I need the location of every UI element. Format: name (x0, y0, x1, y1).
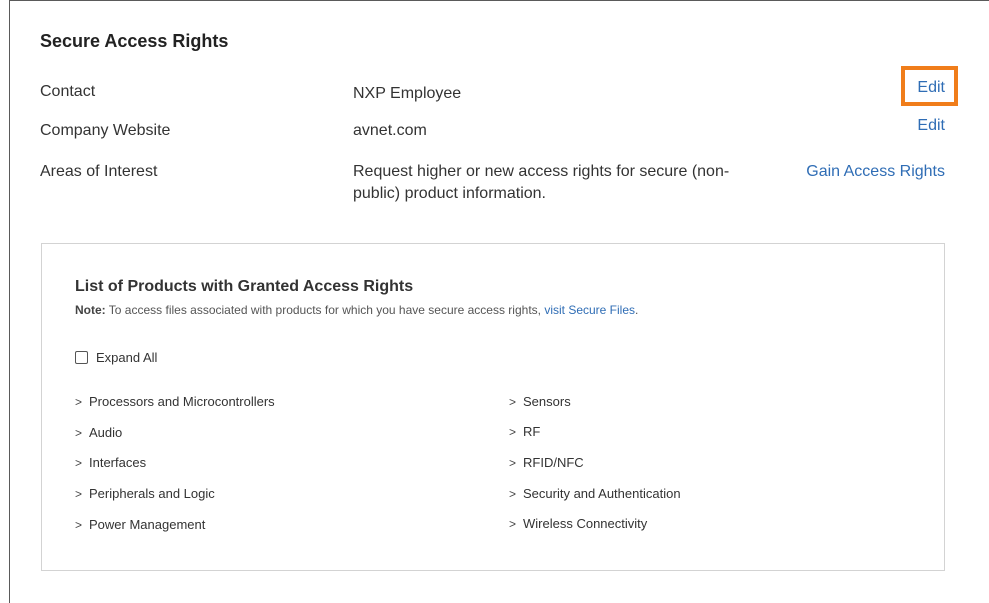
category-label: Power Management (89, 517, 206, 532)
chevron-right-icon: > (509, 424, 517, 439)
chevron-right-icon: > (509, 516, 517, 531)
contact-value: NXP Employee (353, 85, 462, 102)
gain-access-rights-link[interactable]: Gain Access Rights (806, 163, 945, 181)
category-label: Interfaces (89, 455, 147, 470)
edit-contact-link[interactable]: Edit (917, 79, 945, 97)
company-website-label: Company Website (40, 122, 171, 139)
chevron-right-icon: > (75, 486, 83, 501)
category-interfaces[interactable]: > Interfaces (75, 455, 146, 470)
expand-all-checkbox[interactable] (75, 351, 88, 364)
chevron-right-icon: > (75, 455, 83, 470)
contact-label: Contact (40, 83, 96, 100)
category-label: Peripherals and Logic (89, 486, 215, 501)
category-label: Wireless Connectivity (523, 516, 648, 531)
panel-title: List of Products with Granted Access Rig… (75, 278, 414, 295)
edit-website-link[interactable]: Edit (917, 117, 945, 135)
category-power-management[interactable]: > Power Management (75, 517, 205, 532)
category-audio[interactable]: > Audio (75, 425, 122, 440)
category-label: RFID/NFC (523, 455, 584, 470)
chevron-right-icon: > (509, 394, 517, 409)
note-text: To access files associated with products… (105, 303, 545, 317)
category-sensors[interactable]: > Sensors (509, 394, 571, 409)
chevron-right-icon: > (509, 486, 517, 501)
category-label: Audio (89, 425, 123, 440)
category-peripherals-and-logic[interactable]: > Peripherals and Logic (75, 486, 215, 501)
panel-note: Note: To access files associated with pr… (75, 303, 638, 317)
visit-secure-files-link[interactable]: visit Secure Files (544, 303, 635, 317)
category-rf[interactable]: > RF (509, 424, 540, 439)
expand-all-label: Expand All (96, 350, 158, 365)
category-label: Processors and Microcontrollers (89, 394, 275, 409)
category-processors-and-microcontrollers[interactable]: > Processors and Microcontrollers (75, 394, 275, 409)
note-suffix: . (635, 303, 639, 317)
chevron-right-icon: > (75, 517, 83, 532)
company-website-value: avnet.com (353, 122, 427, 139)
areas-of-interest-label: Areas of Interest (40, 163, 158, 180)
category-wireless-connectivity[interactable]: > Wireless Connectivity (509, 516, 647, 531)
areas-of-interest-value: Request higher or new access rights for … (353, 163, 730, 202)
expand-all-toggle[interactable]: Expand All (75, 350, 157, 365)
chevron-right-icon: > (75, 394, 83, 409)
category-rfid-nfc[interactable]: > RFID/NFC (509, 455, 584, 470)
category-label: Security and Authentication (523, 486, 681, 501)
category-security-and-authentication[interactable]: > Security and Authentication (509, 486, 681, 501)
chevron-right-icon: > (75, 425, 83, 440)
section-title: Secure Access Rights (40, 31, 229, 51)
category-label: RF (523, 424, 541, 439)
chevron-right-icon: > (509, 455, 517, 470)
category-label: Sensors (523, 394, 571, 409)
note-prefix: Note: (75, 303, 106, 317)
